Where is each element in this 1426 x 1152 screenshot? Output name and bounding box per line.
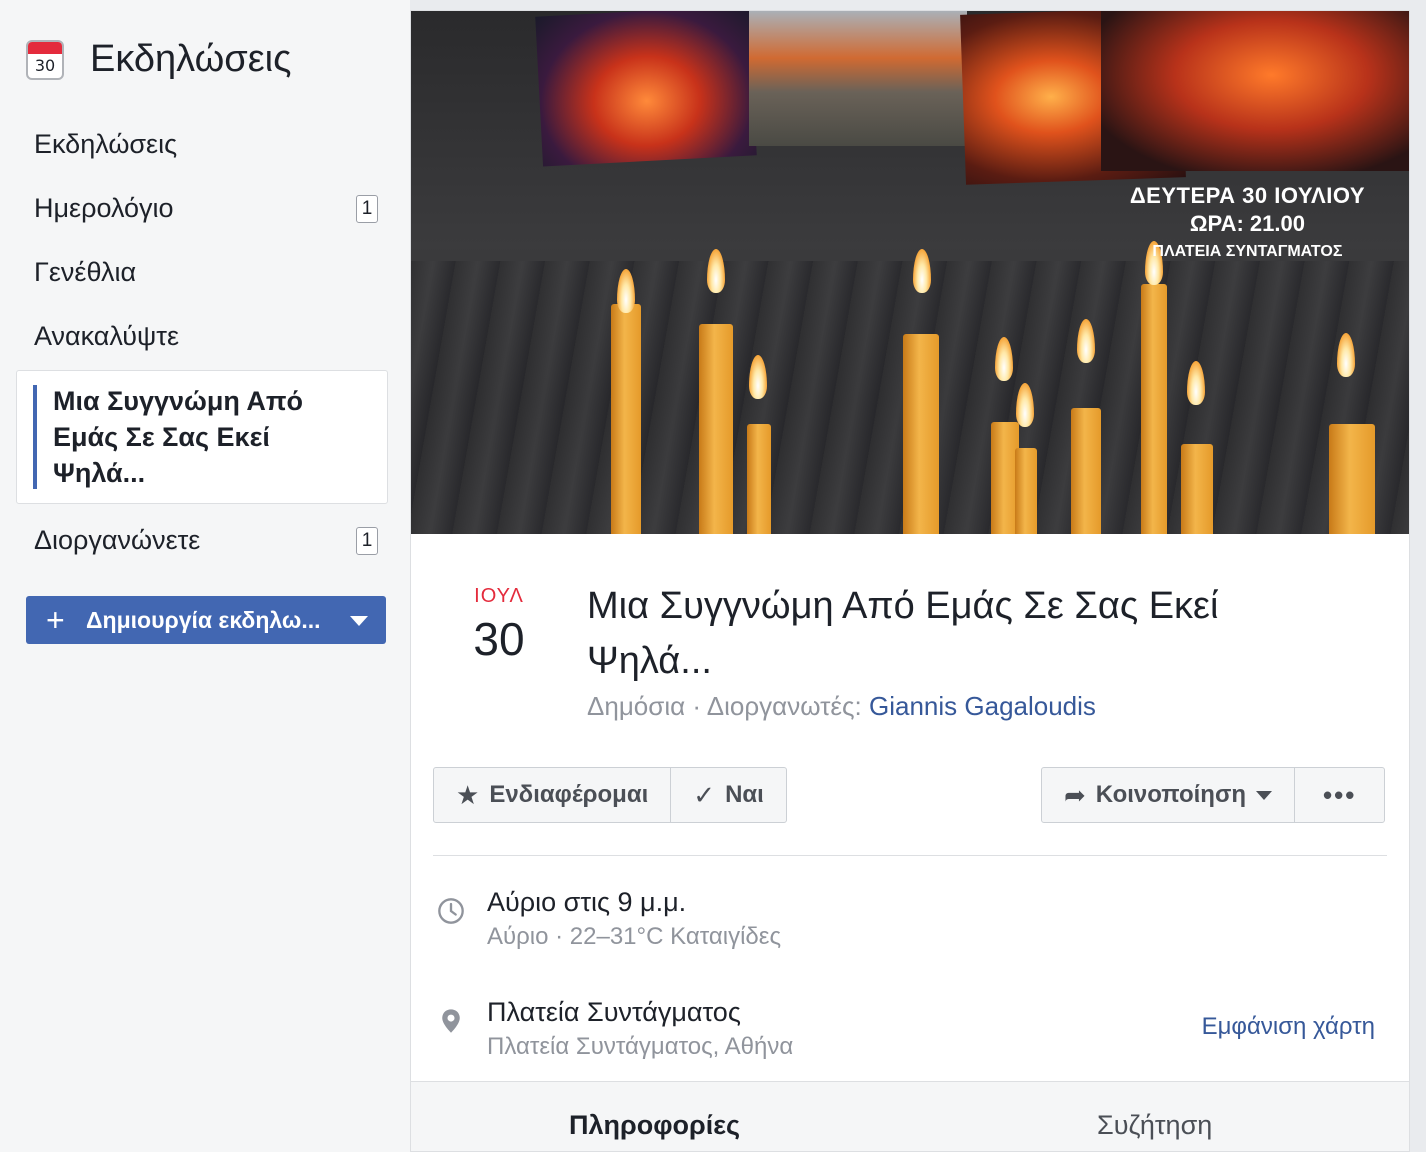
events-sidebar: 30 Εκδηλώσεις Εκδηλώσεις Ημερολόγιο 1 Γε…: [0, 0, 410, 1152]
event-address: Πλατεία Συντάγματος, Αθήνα: [487, 1033, 794, 1060]
sidebar-item-label: Μια Συγγνώμη Από Εμάς Σε Σας Εκεί Ψηλά..…: [53, 386, 304, 488]
cover-text-line: ΩΡΑ: 21.00: [1189, 211, 1305, 236]
candle-graphic: [1015, 448, 1037, 534]
candle-graphic: [747, 424, 771, 534]
cover-overlay-text: ΔΕΥΤΕΡΑ 30 ΙΟΥΛΙΟΥ ΩΡΑ: 21.00 ΠΛΑΤΕΙΑ ΣΥ…: [1130, 183, 1365, 261]
flame-graphic: [707, 249, 725, 293]
cover-collage-photo: [749, 11, 967, 146]
count-badge: 1: [356, 195, 378, 223]
candle-graphic: [1329, 424, 1375, 534]
interested-button[interactable]: ★ Ενδιαφέρομαι: [434, 768, 670, 822]
tab-info[interactable]: Πληροφορίες: [569, 1110, 740, 1141]
tab-discussion[interactable]: Συζήτηση: [1097, 1110, 1212, 1141]
show-map-link[interactable]: Εμφάνιση χάρτη: [1202, 1013, 1375, 1041]
cover-collage-photo: [1101, 11, 1409, 171]
cover-text-line: ΔΕΥΤΕΡΑ 30 ΙΟΥΛΙΟΥ: [1129, 183, 1365, 208]
sidebar-item-current-event[interactable]: Μια Συγγνώμη Από Εμάς Σε Σας Εκεί Ψηλά..…: [16, 370, 388, 504]
interested-label: Ενδιαφέρομαι: [489, 781, 649, 808]
sidebar-item-discover[interactable]: Ανακαλύψτε: [16, 304, 388, 368]
sidebar-item-calendar[interactable]: Ημερολόγιο 1: [16, 176, 388, 240]
event-privacy-organizers: Δημόσια · Διοργανωτές:: [587, 691, 869, 721]
sidebar-item-label: Εκδηλώσεις: [34, 128, 178, 159]
sidebar-item-label: Γενέθλια: [34, 256, 137, 287]
event-cover-photo[interactable]: ΔΕΥΤΕΡΑ 30 ΙΟΥΛΙΟΥ ΩΡΑ: 21.00 ΠΛΑΤΕΙΑ ΣΥ…: [411, 11, 1409, 534]
sidebar-nav: Εκδηλώσεις Ημερολόγιο 1 Γενέθλια Ανακαλύ…: [16, 112, 388, 572]
clock-icon: [438, 898, 464, 924]
share-arrow-icon: ➦: [1064, 779, 1086, 810]
event-day: 30: [473, 613, 525, 665]
event-card: ΔΕΥΤΕΡΑ 30 ΙΟΥΛΙΟΥ ΩΡΑ: 21.00 ΠΛΑΤΕΙΑ ΣΥ…: [410, 10, 1410, 1152]
ellipsis-icon: •••: [1323, 779, 1357, 810]
more-options-button[interactable]: •••: [1294, 768, 1384, 822]
event-place[interactable]: Πλατεία Συντάγματος: [487, 997, 741, 1028]
sidebar-title: Εκδηλώσεις: [90, 38, 292, 80]
share-button[interactable]: ➦ Κοινοποίηση: [1042, 768, 1294, 822]
sidebar-item-label: Διοργανώνετε: [34, 524, 201, 555]
star-icon: ★: [456, 779, 480, 810]
share-label: Κοινοποίηση: [1095, 781, 1247, 808]
count-badge: 1: [356, 527, 378, 555]
calendar-icon: 30: [26, 39, 64, 80]
rsvp-button-group: ★ Ενδιαφέρομαι ✓ Ναι: [433, 767, 787, 823]
divider: [433, 855, 1387, 856]
going-button[interactable]: ✓ Ναι: [670, 768, 786, 822]
sidebar-item-events[interactable]: Εκδηλώσεις: [16, 112, 388, 176]
sidebar-item-label: Ημερολόγιο: [34, 192, 174, 223]
going-label: Ναι: [725, 781, 764, 808]
plus-icon: +: [46, 602, 65, 638]
candle-graphic: [1141, 284, 1167, 534]
event-weather: Αύριο · 22–31°C Καταιγίδες: [487, 923, 782, 950]
cover-collage-photo: [535, 11, 757, 167]
caret-down-icon[interactable]: [350, 616, 368, 626]
candle-graphic: [699, 324, 733, 534]
event-tabs: Πληροφορίες Συζήτηση: [411, 1081, 1409, 1151]
map-pin-icon: [442, 1009, 460, 1033]
cover-text-line: ΠΛΑΤΕΙΑ ΣΥΝΤΑΓΜΑΤΟΣ: [1152, 243, 1343, 260]
sidebar-item-label: Ανακαλύψτε: [34, 320, 179, 351]
event-time: Αύριο στις 9 μ.μ.: [487, 887, 687, 917]
event-date: ΙΟΥΛ 30: [451, 585, 547, 666]
event-title: Μια Συγγνώμη Από Εμάς Σε Σας Εκεί Ψηλά..…: [587, 585, 1219, 682]
share-button-group: ➦ Κοινοποίηση •••: [1041, 767, 1386, 823]
candle-graphic: [1071, 408, 1101, 534]
host-link[interactable]: Giannis Gagaloudis: [869, 691, 1096, 721]
sidebar-item-organizing[interactable]: Διοργανώνετε 1: [16, 508, 388, 572]
event-month: ΙΟΥΛ: [474, 585, 524, 607]
candle-graphic: [611, 304, 641, 534]
caret-down-icon: [1256, 790, 1273, 800]
flame-graphic: [913, 249, 931, 293]
create-event-button[interactable]: + Δημιουργία εκδηλω...: [26, 596, 386, 644]
create-event-label: Δημιουργία εκδηλω...: [86, 606, 321, 633]
candle-graphic: [903, 334, 939, 534]
sidebar-item-birthdays[interactable]: Γενέθλια: [16, 240, 388, 304]
candle-graphic: [1181, 444, 1213, 534]
sidebar-header: 30 Εκδηλώσεις: [26, 38, 291, 81]
event-meta: Δημόσια · Διοργανωτές: Giannis Gagaloudi…: [587, 691, 1096, 722]
check-icon: ✓: [693, 779, 716, 810]
